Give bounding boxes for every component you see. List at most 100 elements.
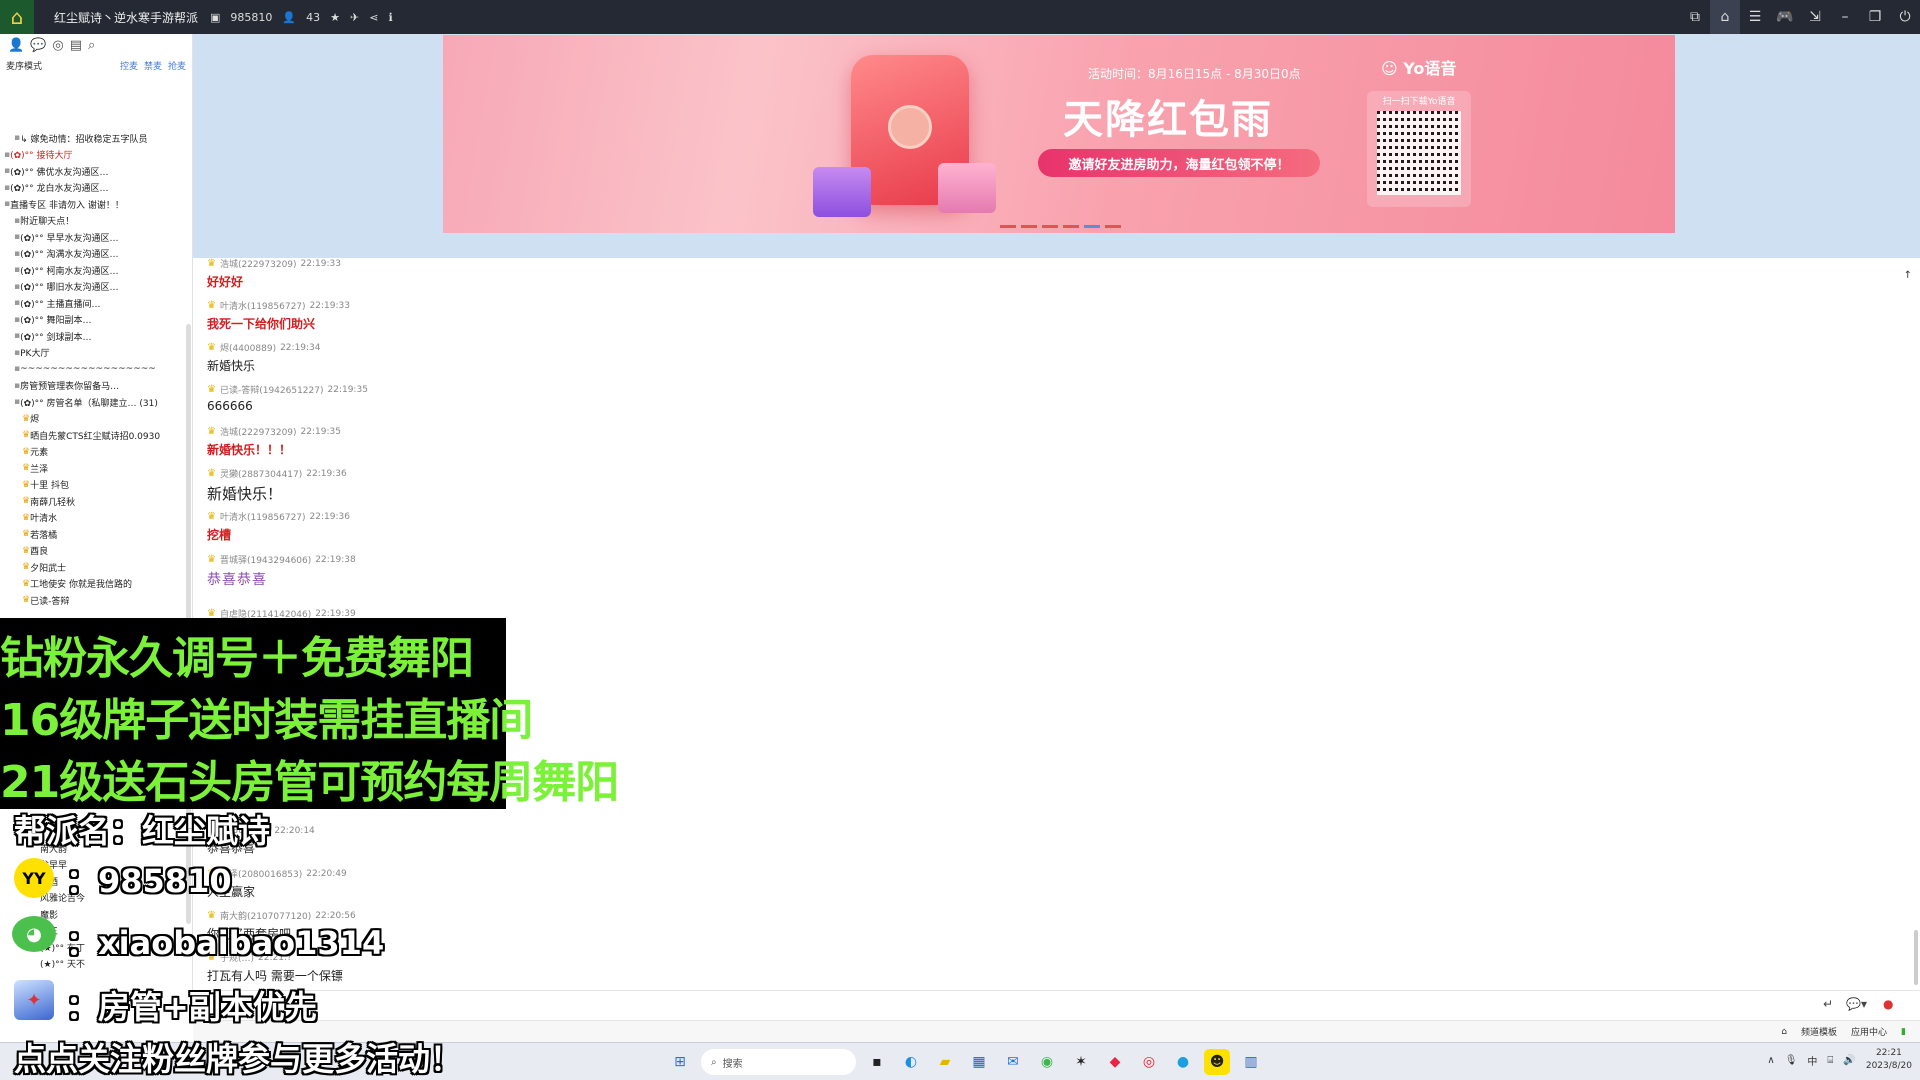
profile-icon[interactable]: 👤 bbox=[8, 38, 24, 53]
tray-expand-icon[interactable]: ∧ bbox=[1767, 1055, 1774, 1066]
tree-item[interactable]: ♛ 已读-答辩 bbox=[0, 592, 186, 609]
store-icon[interactable]: ▦ bbox=[966, 1049, 992, 1075]
app-red-icon[interactable]: ◆ bbox=[1102, 1049, 1128, 1075]
skin-icon[interactable]: ⇲ bbox=[1800, 0, 1830, 34]
tree-item[interactable]: ▪ (✿)°° 柯南水友沟通区… bbox=[0, 262, 186, 279]
star-icon[interactable]: ★ bbox=[330, 11, 340, 24]
tree-item[interactable]: ♛ 兰泽 bbox=[0, 460, 186, 477]
game-icon[interactable]: 🎮 bbox=[1770, 0, 1800, 34]
netease-music-icon[interactable]: ◎ bbox=[1136, 1049, 1162, 1075]
tree-item[interactable]: ▪ (✿)°° 主播直播间… bbox=[0, 295, 186, 312]
message-text: 新婚快乐！！！ bbox=[207, 443, 292, 457]
message-user[interactable]: 灵獭(2887304417) bbox=[220, 467, 302, 480]
folder-icon[interactable]: ▰ bbox=[932, 1049, 958, 1075]
tree-item[interactable]: ▪ (✿)°° 接待大厅 bbox=[0, 147, 186, 164]
ime-indicator[interactable]: 中 bbox=[1807, 1053, 1817, 1068]
tree-item[interactable]: ▪ ↳ 嫁免动情：招收稳定五字队员 bbox=[0, 130, 186, 147]
yy-logo-icon: YY bbox=[14, 858, 54, 898]
minimize-icon[interactable]: – bbox=[1830, 0, 1860, 34]
tree-item-label: 晒自先蒙CTS红尘赋诗招0.0930 bbox=[30, 431, 161, 442]
taskbar-search[interactable]: ⌕ 搜索 bbox=[701, 1049, 856, 1075]
message-user[interactable]: 烬(4400889) bbox=[220, 341, 276, 354]
mic-grab-link[interactable]: 抢麦 bbox=[168, 62, 186, 72]
tree-item[interactable]: ▪ 附近聊天点！ bbox=[0, 213, 186, 230]
app-center-link[interactable]: 应用中心 bbox=[1851, 1025, 1887, 1038]
message-user[interactable]: 晋城驿(1943294606) bbox=[220, 553, 311, 566]
tree-item[interactable]: ♛ 夕阳武士 bbox=[0, 559, 186, 576]
search-icon[interactable]: ⌕ bbox=[88, 38, 95, 53]
mic-icon[interactable]: ● bbox=[1883, 997, 1893, 1011]
channel-template-icon[interactable]: ⌂ bbox=[1781, 1027, 1787, 1037]
message-user[interactable]: 叶清水(119856727) bbox=[220, 510, 306, 523]
chat-icon[interactable]: 💬 bbox=[30, 38, 46, 53]
pin-icon[interactable]: ✈ bbox=[350, 11, 359, 24]
send-icon[interactable]: ↵ bbox=[1823, 997, 1833, 1011]
message-user[interactable]: 兰泽(2080016853) bbox=[220, 867, 302, 880]
app-green-icon[interactable]: ◉ bbox=[1034, 1049, 1060, 1075]
home-icon[interactable]: ⌂ bbox=[1710, 0, 1740, 34]
share-icon[interactable]: ⋖ bbox=[369, 11, 378, 24]
tree-item[interactable]: ▪ (✿)°° 淘满水友沟通区… bbox=[0, 246, 186, 263]
banner-pager[interactable] bbox=[1000, 225, 1121, 228]
message-input[interactable]: ↵ 💬▾ ● bbox=[193, 990, 1920, 1020]
tree-item[interactable]: ▪ (✿)°° 房管名单（私聊建立… (31) bbox=[0, 394, 186, 411]
volume-icon[interactable]: 🔊 bbox=[1843, 1055, 1855, 1066]
scroll-top-icon[interactable]: ↑ bbox=[1904, 270, 1912, 281]
windows-start-icon[interactable]: ⊞ bbox=[667, 1049, 693, 1075]
tree-item[interactable]: ▪ (✿)°° 剑球副本… bbox=[0, 328, 186, 345]
tree-item[interactable]: ♛ 南薛几轻秋 bbox=[0, 493, 186, 510]
member-badge-icon: ♛ bbox=[22, 446, 31, 457]
calculator-icon[interactable]: ▥ bbox=[1238, 1049, 1264, 1075]
gift-box-graphic bbox=[813, 167, 871, 217]
tree-item[interactable]: ▪ ~~~~~~~~~~~~~~~~~~ bbox=[0, 361, 186, 378]
message-user[interactable]: 浩城(222973209) bbox=[220, 257, 297, 270]
chat-message: ♛ 烬(4400889) 22:19:34 新婚快乐 bbox=[207, 341, 321, 374]
mic-control-link[interactable]: 控麦 bbox=[120, 62, 138, 72]
tree-item[interactable]: ♛ 烬 bbox=[0, 411, 186, 428]
close-icon[interactable]: ⏻ bbox=[1890, 0, 1920, 34]
mic-mode-select[interactable]: 麦序模式 bbox=[6, 59, 42, 72]
tree-item[interactable]: ▪ (✿)°° 龙白水友沟通区… bbox=[0, 180, 186, 197]
message-user[interactable]: 已读-答辩(1942651227) bbox=[220, 383, 324, 396]
notes-icon[interactable]: ▤ bbox=[70, 38, 82, 53]
tree-item[interactable]: ♛ 元素 bbox=[0, 444, 186, 461]
network-icon[interactable]: ⌸ bbox=[1827, 1055, 1833, 1066]
tree-item[interactable]: ♛ 叶清水 bbox=[0, 510, 186, 527]
mic-ban-link[interactable]: 禁麦 bbox=[144, 62, 162, 72]
message-user[interactable]: 叶清水(119856727) bbox=[220, 299, 306, 312]
tree-item[interactable]: ▪ PK大厅 bbox=[0, 345, 186, 362]
tree-item[interactable]: ♛ 工地使安 你就是我信路的 bbox=[0, 576, 186, 593]
game-app-icon[interactable]: ✶ bbox=[1068, 1049, 1094, 1075]
yy-app-icon[interactable]: ☻ bbox=[1204, 1049, 1230, 1075]
promo-banner[interactable]: 活动时间：8月16日15点 - 8月30日0点 天降红包雨 邀请好友进房助力，海… bbox=[443, 35, 1675, 233]
tree-item[interactable]: ♛ 酉良 bbox=[0, 543, 186, 560]
tree-item[interactable]: ♛ 十里 抖包 bbox=[0, 477, 186, 494]
restore-icon[interactable]: ❐ bbox=[1860, 0, 1890, 34]
qq-icon[interactable]: ● bbox=[1170, 1049, 1196, 1075]
tree-item[interactable]: ♛ 晒自先蒙CTS红尘赋诗招0.0930 bbox=[0, 427, 186, 444]
tree-item-label: (✿)°° 早早水友沟通区… bbox=[20, 233, 119, 244]
tree-item-label: 烬 bbox=[30, 415, 40, 426]
tree-item[interactable]: ▪ (✿)°° 早早水友沟通区… bbox=[0, 229, 186, 246]
tree-item[interactable]: ▪ (✿)°° 哪旧水友沟通区… bbox=[0, 279, 186, 296]
chat-scrollbar[interactable] bbox=[1914, 930, 1918, 985]
info-icon[interactable]: ℹ bbox=[388, 11, 392, 24]
tree-item[interactable]: ▪ 房管预管理表你留备马… bbox=[0, 378, 186, 395]
chat-bubble-icon[interactable]: 💬▾ bbox=[1846, 997, 1867, 1011]
tree-item[interactable]: ▪ (✿)°° 舞阳副本… bbox=[0, 312, 186, 329]
home-logo-icon[interactable]: ⌂ bbox=[0, 0, 34, 34]
clock[interactable]: 22:21 2023/8/20 bbox=[1866, 1047, 1912, 1073]
tree-item[interactable]: ▪ (✿)°° 佛优水友沟通区… bbox=[0, 163, 186, 180]
location-icon[interactable]: ◎ bbox=[52, 38, 63, 53]
microphone-tray-icon[interactable]: 🎙 bbox=[1785, 1055, 1798, 1066]
clock-time: 22:21 bbox=[1875, 1048, 1902, 1058]
screen-record-icon[interactable]: ⧉ bbox=[1680, 0, 1710, 34]
tree-item[interactable]: ▪ 直播专区 非请勿入 谢谢！！ bbox=[0, 196, 186, 213]
edge-icon[interactable]: ◐ bbox=[898, 1049, 924, 1075]
message-user[interactable]: 浩城(222973209) bbox=[220, 425, 297, 438]
task-view-icon[interactable]: ▪ bbox=[864, 1049, 890, 1075]
tree-item[interactable]: ♛ 若落橘 bbox=[0, 526, 186, 543]
list-icon[interactable]: ☰ bbox=[1740, 0, 1770, 34]
channel-template-link[interactable]: 频道模板 bbox=[1801, 1025, 1837, 1038]
mail-icon[interactable]: ✉ bbox=[1000, 1049, 1026, 1075]
